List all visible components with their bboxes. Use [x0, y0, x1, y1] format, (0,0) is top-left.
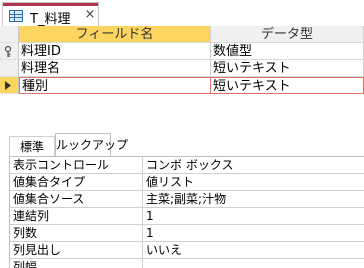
tab-standard[interactable]: 標準: [9, 136, 55, 157]
key-icon: [4, 46, 12, 57]
column-header-field-name[interactable]: フィールド名: [19, 26, 211, 43]
property-row[interactable]: 表示コントロール コンボ ボックス: [10, 157, 364, 174]
property-label: 列数: [10, 225, 143, 242]
data-type-cell[interactable]: 短いテキスト: [211, 77, 364, 94]
table-icon: [9, 10, 23, 22]
property-row[interactable]: 列見出し いいえ: [10, 242, 364, 259]
document-tab-t-ryori[interactable]: T_料理 ×: [2, 2, 99, 27]
property-label: 値集合タイプ: [10, 174, 143, 191]
property-label: 連結列: [10, 208, 143, 225]
field-properties-tabs: 標準 ルックアップ: [9, 133, 364, 157]
property-value[interactable]: 1: [143, 225, 364, 242]
table-row[interactable]: 料理ID 数値型: [0, 43, 364, 60]
property-label: 値集合ソース: [10, 191, 143, 208]
property-value[interactable]: いいえ: [143, 242, 364, 259]
property-label: 表示コントロール: [10, 157, 143, 174]
property-value[interactable]: コンボ ボックス: [143, 157, 364, 174]
grid-header-row: フィールド名 データ型: [0, 26, 364, 43]
data-type-cell[interactable]: 短いテキスト: [211, 60, 364, 77]
current-row-arrow-icon: [5, 81, 11, 90]
row-selector[interactable]: [0, 77, 19, 94]
property-value[interactable]: [143, 259, 364, 268]
tab-accent-bar: [3, 3, 98, 6]
property-row[interactable]: 列数 1: [10, 225, 364, 242]
property-row[interactable]: 値集合タイプ 値リスト: [10, 174, 364, 191]
property-value[interactable]: 値リスト: [143, 174, 364, 191]
field-name-cell[interactable]: 料理名: [19, 60, 211, 77]
close-icon[interactable]: ×: [83, 7, 97, 23]
header-selector[interactable]: [0, 26, 19, 43]
property-label: 列見出し: [10, 242, 143, 259]
tab-title: T_料理: [30, 12, 71, 27]
row-selector[interactable]: [0, 60, 19, 77]
property-value[interactable]: 1: [143, 208, 364, 225]
row-selector[interactable]: [0, 43, 19, 60]
field-name-cell[interactable]: 料理ID: [19, 43, 211, 60]
document-tab-strip: T_料理 ×: [0, 0, 364, 27]
table-row-selected[interactable]: 種別 短いテキスト: [0, 77, 364, 94]
column-header-data-type[interactable]: データ型: [211, 26, 364, 43]
table-row[interactable]: 料理名 短いテキスト: [0, 60, 364, 77]
data-type-cell[interactable]: 数値型: [211, 43, 364, 60]
property-row[interactable]: 値集合ソース 主菜;副菜;汁物: [10, 191, 364, 208]
tab-lookup[interactable]: ルックアップ: [55, 133, 128, 157]
property-label: 列幅: [10, 259, 143, 268]
property-row[interactable]: 列幅: [10, 259, 364, 268]
field-name-cell[interactable]: 種別: [19, 77, 211, 94]
property-row[interactable]: 連結列 1: [10, 208, 364, 225]
property-value[interactable]: 主菜;副菜;汁物: [143, 191, 364, 208]
